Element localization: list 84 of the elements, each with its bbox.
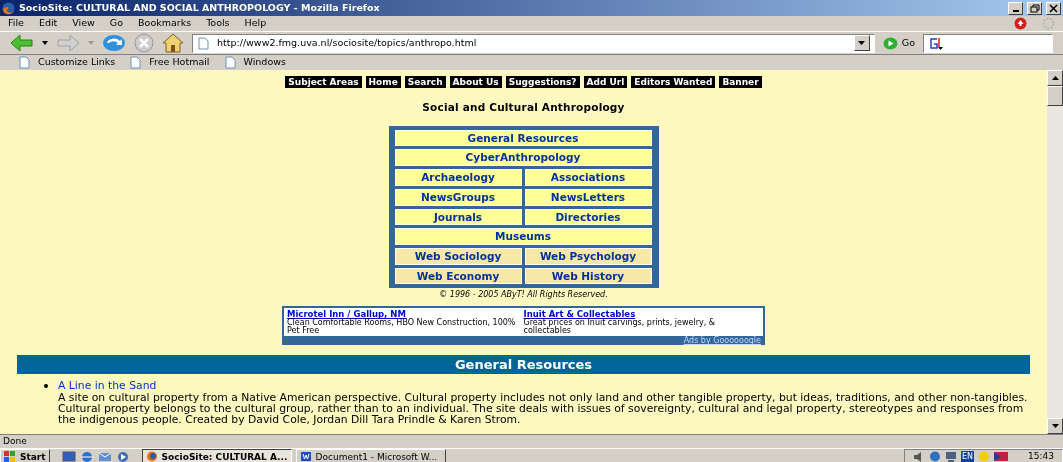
bookmark-link[interactable]: Windows — [223, 55, 286, 70]
topic-link[interactable]: Directories — [524, 208, 652, 226]
topic-link[interactable]: Web Economy — [394, 267, 522, 285]
scroll-up-button[interactable] — [1047, 70, 1063, 86]
menu-item[interactable]: Bookmarks — [138, 16, 192, 31]
document-icon — [299, 451, 312, 462]
computer-icon — [945, 451, 957, 462]
desktop-icon[interactable] — [61, 450, 76, 462]
clock-text: 15:43 — [1028, 449, 1054, 462]
go-icon — [882, 36, 898, 50]
topic-link[interactable]: Museums — [394, 228, 652, 245]
menu-item[interactable]: Tools — [206, 16, 230, 31]
topic-link[interactable]: Web Sociology — [394, 247, 522, 265]
taskbar-button[interactable]: SocioSite: CULTURAL A... — [141, 449, 292, 462]
throbber-icon — [1042, 17, 1055, 30]
media-icon[interactable] — [115, 450, 130, 462]
up-arrow-icon — [1051, 76, 1059, 80]
bullet-icon — [44, 384, 48, 389]
dropdown-icon[interactable] — [42, 41, 48, 45]
section-header: General Resources — [17, 355, 1030, 375]
reload-icon[interactable] — [102, 34, 126, 52]
language-indicator[interactable]: EN — [961, 450, 975, 462]
nav-button[interactable]: About Us — [449, 76, 502, 88]
down-arrow-icon — [1051, 424, 1059, 428]
topic-link[interactable]: General Resources — [394, 129, 652, 147]
search-field[interactable] — [923, 33, 1053, 53]
bookmark-link[interactable]: Customize Links — [18, 55, 116, 70]
menu-item[interactable]: Go — [109, 16, 124, 31]
scrollbar-thumb[interactable] — [1047, 86, 1063, 106]
topic-link[interactable]: CyberAnthropology — [394, 149, 652, 167]
topic-link[interactable]: NewsGroups — [394, 188, 522, 206]
topic-link[interactable]: Archaeology — [394, 169, 522, 186]
menu-item[interactable]: View — [72, 16, 95, 31]
menu-item[interactable]: Help — [244, 16, 267, 31]
menu-item[interactable]: File — [8, 16, 24, 31]
topic-link[interactable]: Journals — [394, 208, 522, 226]
nav-button[interactable]: Home — [365, 76, 401, 88]
bookmark-link[interactable]: Free Hotmail — [129, 55, 210, 70]
ad-text: Great prices on Inuit carvings, prints, jewelry, & collectables — [523, 319, 717, 336]
page-heading: Social and Cultural Anthropology — [422, 100, 625, 115]
entry-link[interactable]: A Line in the Sand — [58, 379, 157, 393]
url-field[interactable]: http://www2.fmg.uva.nl/sociosite/topics/anthropo.html — [192, 33, 875, 53]
ad-link[interactable]: Inuit Art & Collectables — [523, 309, 636, 320]
firefox-icon — [2, 1, 15, 15]
back-icon[interactable] — [10, 34, 34, 52]
restore-icon — [1028, 2, 1041, 14]
minimize-icon — [1012, 10, 1019, 12]
search-engine-icon — [928, 36, 944, 50]
nav-button[interactable]: Search — [404, 76, 446, 88]
mail-icon[interactable] — [97, 450, 112, 462]
menu-item[interactable]: Edit — [38, 16, 58, 31]
windows-logo-icon — [4, 451, 16, 462]
entry-description: A site on cultural property from a Native American perspective. Cultural property includes not only land and other tangible property, but ideas, traditions, and other non-tangibles. Cultural property belongs to the cultural group, rather than to an individual. The site deals with issues of sovereignty, cultural and legal property, stereotypes and responses from the indigenous people. Created by David Cole, Jordan Dill Tara Prindle & Karen Strom. — [58, 391, 1029, 426]
nav-button[interactable]: Suggestions? — [505, 76, 580, 88]
status-text: Done — [3, 434, 27, 448]
firefox-icon — [145, 451, 158, 462]
nav-button[interactable]: Banner — [719, 76, 762, 88]
topic-link[interactable]: Associations — [524, 169, 652, 186]
topic-link[interactable]: NewsLetters — [524, 188, 652, 206]
close-icon — [1047, 2, 1060, 14]
nav-button[interactable]: Subject Areas — [285, 76, 362, 88]
scroll-down-button[interactable] — [1047, 418, 1063, 434]
taskbar-button[interactable]: Document1 - Microsoft W... — [295, 449, 446, 462]
nav-button[interactable]: Add Url — [583, 76, 628, 88]
restore-button[interactable] — [1027, 1, 1042, 15]
nav-button[interactable]: Editors Wanted — [631, 76, 716, 88]
page-icon — [197, 36, 209, 50]
flag-icon — [994, 451, 1009, 462]
dropdown-button[interactable] — [853, 35, 870, 51]
stop-icon[interactable] — [134, 33, 154, 53]
minimize-button[interactable] — [1008, 1, 1023, 15]
ads-by-link[interactable]: Ads by Goooooogle — [284, 336, 763, 346]
start-button[interactable]: Start — [0, 449, 50, 462]
browser-icon[interactable] — [79, 450, 94, 462]
copyright-text: © 1996 - 2005 AByT! All Rights Reserved. — [439, 289, 608, 302]
url-text: http://www2.fmg.uva.nl/sociosite/topics/anthropo.html — [217, 35, 478, 50]
topic-link[interactable]: Web Psychology — [524, 247, 652, 265]
go-button[interactable]: Go — [882, 35, 915, 51]
home-icon[interactable] — [162, 33, 184, 53]
ad-text: Clean Comfortable Rooms, HBO New Construction, 100% Pet Free — [287, 319, 517, 336]
topic-link[interactable]: Web History — [524, 267, 652, 285]
window-title: SocioSite: CULTURAL AND SOCIAL ANTHROPOLOGY - Mozilla Firefox — [19, 0, 381, 15]
caret-icon — [858, 41, 866, 45]
close-button[interactable] — [1046, 1, 1061, 15]
